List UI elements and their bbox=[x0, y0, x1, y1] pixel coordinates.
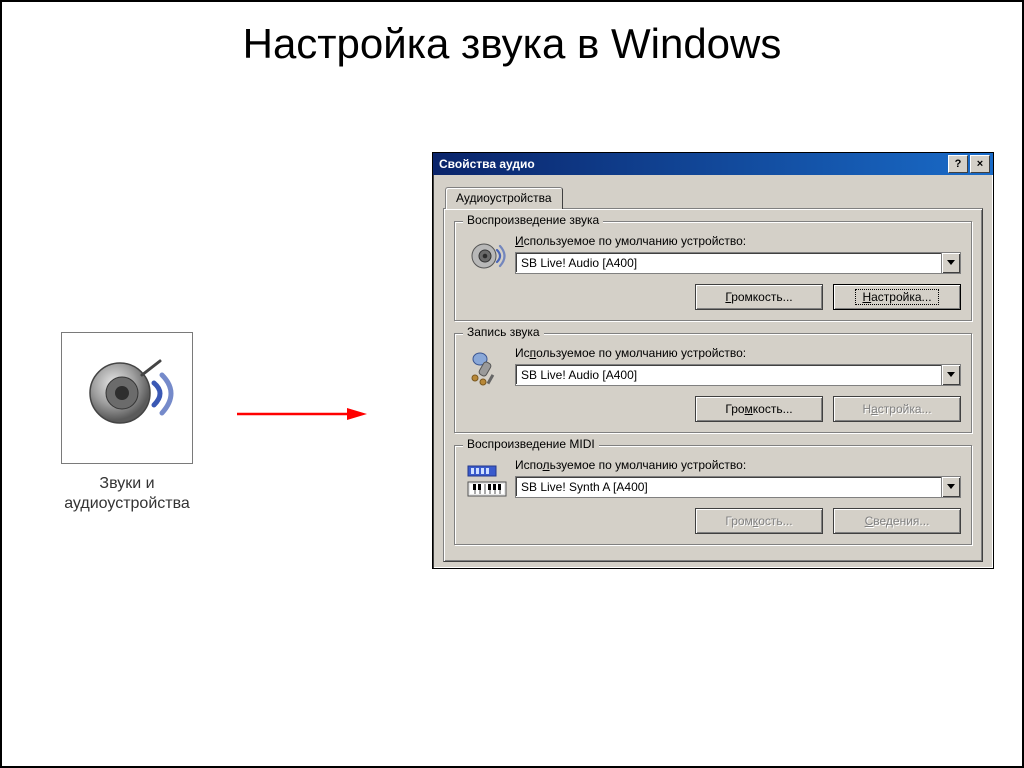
playback-group-title: Воспроизведение звука bbox=[463, 213, 603, 227]
speaker-icon bbox=[61, 332, 193, 464]
speaker-small-icon bbox=[465, 234, 509, 278]
midi-volume-button: Громкость... bbox=[695, 508, 823, 534]
recording-default-label: Используемое по умолчанию устройство: bbox=[515, 346, 961, 360]
audio-properties-dialog: Свойства аудио ? × Аудиоустройства Воспр… bbox=[432, 152, 994, 569]
playback-device-combo[interactable] bbox=[515, 252, 961, 274]
midi-keyboard-icon bbox=[465, 458, 509, 502]
tab-audio-devices[interactable]: Аудиоустройства bbox=[445, 187, 563, 209]
midi-device-value[interactable] bbox=[516, 477, 941, 497]
chevron-down-icon[interactable] bbox=[941, 365, 960, 385]
control-panel-icon[interactable]: Звуки и аудиоустройства bbox=[42, 332, 212, 514]
recording-group-title: Запись звука bbox=[463, 325, 544, 339]
recording-volume-button[interactable]: Громкость... bbox=[695, 396, 823, 422]
chevron-down-icon[interactable] bbox=[941, 253, 960, 273]
playback-default-label: Используемое по умолчанию устройство: bbox=[515, 234, 961, 248]
tab-strip: Аудиоустройства bbox=[443, 185, 983, 209]
slide-title: Настройка звука в Windows bbox=[2, 20, 1022, 68]
midi-group-title: Воспроизведение MIDI bbox=[463, 437, 599, 451]
playback-volume-button[interactable]: Громкость... bbox=[695, 284, 823, 310]
titlebar[interactable]: Свойства аудио ? × bbox=[433, 153, 993, 175]
midi-device-combo[interactable] bbox=[515, 476, 961, 498]
playback-settings-button[interactable]: Настройка... bbox=[833, 284, 961, 310]
chevron-down-icon[interactable] bbox=[941, 477, 960, 497]
tab-panel: Воспроизведение звука Используемое по ум… bbox=[443, 208, 983, 562]
arrow-icon bbox=[237, 404, 367, 424]
window-title: Свойства аудио bbox=[439, 157, 535, 171]
recording-group: Запись звука Используемое по умолчанию у… bbox=[454, 333, 972, 433]
midi-default-label: Используемое по умолчанию устройство: bbox=[515, 458, 961, 472]
recording-settings-button: Настройка... bbox=[833, 396, 961, 422]
playback-group: Воспроизведение звука Используемое по ум… bbox=[454, 221, 972, 321]
midi-group: Воспроизведение MIDI bbox=[454, 445, 972, 545]
control-panel-icon-label: Звуки и аудиоустройства bbox=[42, 474, 212, 514]
help-button[interactable]: ? bbox=[948, 155, 968, 173]
close-button[interactable]: × bbox=[970, 155, 990, 173]
recording-device-combo[interactable] bbox=[515, 364, 961, 386]
recording-device-value[interactable] bbox=[516, 365, 941, 385]
microphone-icon bbox=[465, 346, 509, 390]
midi-about-button: Сведения... bbox=[833, 508, 961, 534]
playback-device-value[interactable] bbox=[516, 253, 941, 273]
